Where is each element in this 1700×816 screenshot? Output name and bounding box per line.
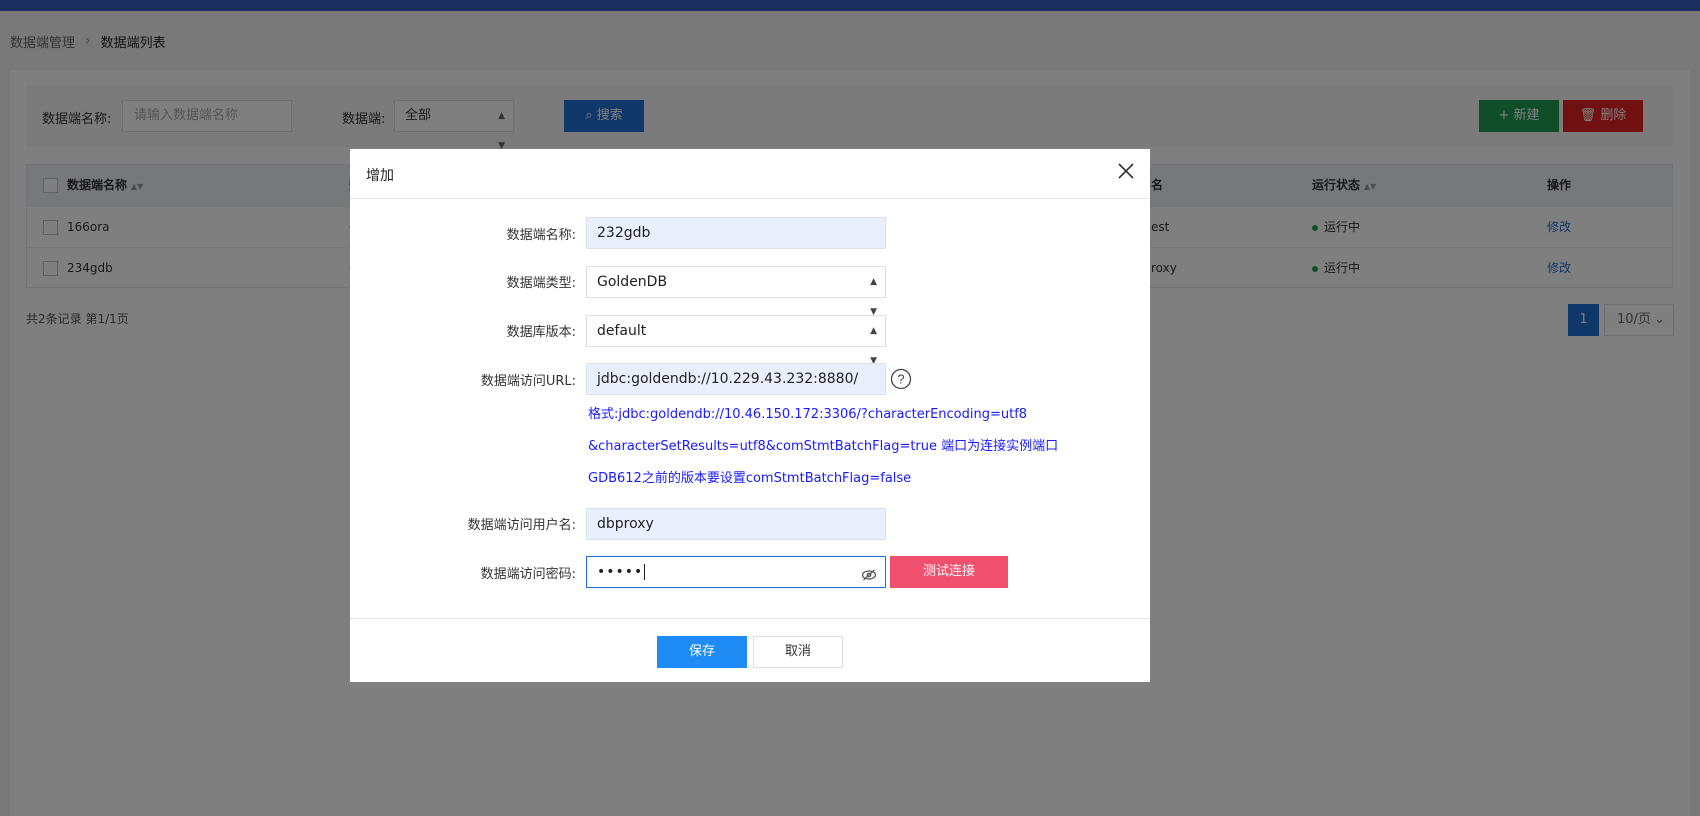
name-input[interactable]: 232gdb — [586, 217, 886, 249]
type-select-value: GoldenDB — [597, 274, 668, 290]
type-label: 数据端类型: — [506, 276, 576, 291]
close-icon[interactable] — [1114, 159, 1138, 183]
password-value: ••••• — [597, 564, 644, 580]
version-select[interactable]: default ▲ ▼ — [586, 315, 886, 366]
password-input[interactable]: ••••• — [586, 556, 886, 588]
eye-off-icon[interactable] — [861, 564, 877, 581]
url-version-hint: GDB612之前的版本要设置comStmtBatchFlag=false — [588, 471, 912, 486]
name-label: 数据端名称: — [506, 228, 576, 243]
save-button[interactable]: 保存 — [657, 636, 747, 668]
username-input[interactable]: dbproxy — [586, 508, 886, 540]
version-select-value: default — [597, 323, 647, 339]
cancel-button[interactable]: 取消 — [753, 636, 843, 668]
type-select[interactable]: GoldenDB ▲ ▼ — [586, 266, 886, 317]
dialog-footer — [350, 618, 1150, 682]
test-connection-button[interactable]: 测试连接 — [890, 556, 1008, 588]
add-dialog: 增加 数据端名称: 232gdb 数据端类型: GoldenDB ▲ ▼ 数据库版… — [350, 149, 1150, 682]
dialog-header: 增加 — [350, 149, 1150, 199]
url-input[interactable]: jdbc:goldendb://10.229.43.232:8880/ — [586, 363, 886, 395]
url-format-hint: 格式:jdbc:goldendb://10.46.150.172:3306/?c… — [588, 407, 1028, 422]
dialog-title: 增加 — [366, 168, 394, 184]
svg-text:?: ? — [897, 372, 904, 387]
help-icon[interactable]: ? — [890, 368, 912, 390]
username-label: 数据端访问用户名: — [467, 518, 576, 533]
password-label: 数据端访问密码: — [480, 567, 576, 582]
url-label: 数据端访问URL: — [480, 374, 576, 389]
url-format-hint: &characterSetResults=utf8&comStmtBatchFl… — [588, 439, 1059, 454]
version-label: 数据库版本: — [506, 325, 576, 340]
